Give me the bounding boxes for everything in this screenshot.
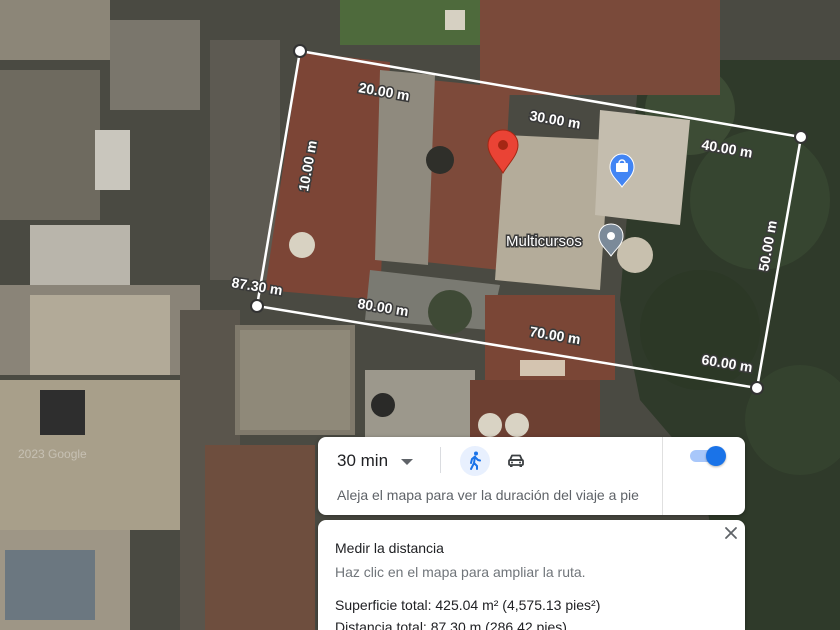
close-icon	[725, 527, 737, 539]
poi-label[interactable]: Multicursos	[505, 232, 584, 252]
vertex-handle[interactable]	[250, 299, 264, 313]
travel-time-card: 30 min Aleja el mapa para ver la duració…	[318, 437, 745, 515]
vertex-handle[interactable]	[293, 44, 307, 58]
car-icon	[508, 454, 524, 467]
map-watermark: 2023 Google	[18, 447, 87, 461]
travel-time-toggle[interactable]	[688, 446, 728, 466]
close-button[interactable]	[720, 522, 742, 544]
measure-title: Medir la distancia	[335, 540, 444, 556]
total-distance: Distancia total: 87.30 m (286.42 pies)	[335, 619, 567, 630]
divider	[440, 447, 441, 473]
toggle-knob	[706, 446, 726, 466]
vertex-handle[interactable]	[794, 130, 808, 144]
zoom-out-hint: Aleja el mapa para ver la duración del v…	[337, 487, 639, 503]
driving-mode-button[interactable]	[501, 446, 531, 476]
chevron-down-icon[interactable]	[401, 459, 413, 465]
walking-mode-button[interactable]	[460, 446, 490, 476]
measure-subtitle: Haz clic en el mapa para ampliar la ruta…	[335, 564, 586, 580]
duration-selector[interactable]: 30 min	[337, 451, 388, 471]
total-area: Superficie total: 425.04 m² (4,575.13 pi…	[335, 597, 601, 613]
divider	[662, 437, 663, 515]
vertex-handle[interactable]	[750, 381, 764, 395]
measure-distance-card: Medir la distancia Haz clic en el mapa p…	[318, 520, 745, 630]
walking-icon	[470, 451, 481, 470]
